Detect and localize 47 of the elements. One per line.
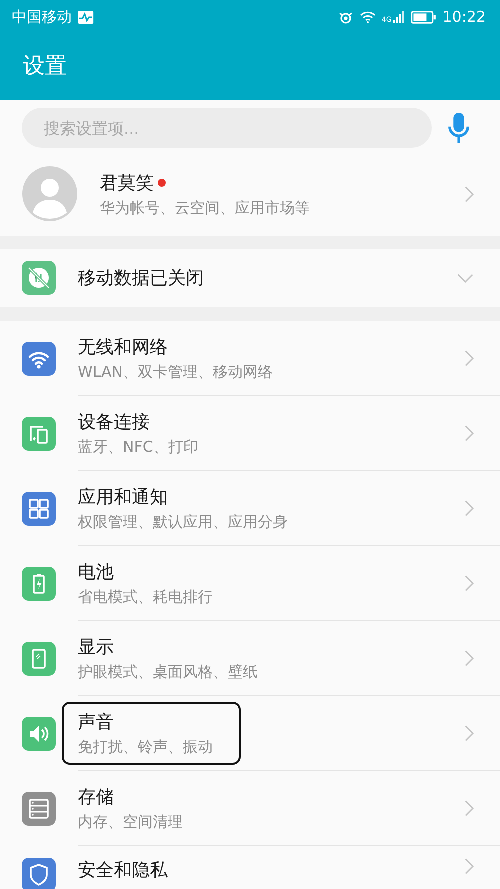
item-subtitle: 权限管理、默认应用、应用分身: [78, 513, 288, 532]
item-title: 电池: [78, 561, 115, 584]
microphone-icon[interactable]: [448, 113, 470, 143]
search-field[interactable]: 搜索设置项...: [22, 108, 432, 148]
account-name: 君莫笑: [100, 172, 154, 194]
item-subtitle: 免打扰、铃声、振动: [78, 738, 213, 757]
item-title: 声音: [78, 711, 115, 734]
item-subtitle: WLAN、双卡管理、移动网络: [78, 363, 274, 382]
chevron-right-icon: [465, 350, 474, 367]
item-subtitle: 蓝牙、NFC、打印: [78, 438, 198, 457]
account-subtitle: 华为帐号、云空间、应用市场等: [100, 198, 311, 218]
avatar-icon: [22, 166, 78, 222]
item-title: 应用和通知: [78, 486, 169, 509]
settings-item[interactable]: 设备连接 蓝牙、NFC、打印: [0, 396, 500, 471]
data-off-icon: [22, 261, 56, 295]
settings-item[interactable]: 声音 免打扰、铃声、振动: [0, 696, 500, 771]
carrier-name: 中国移动: [12, 8, 72, 26]
chevron-right-icon: [465, 186, 474, 202]
chevron-right-icon: [465, 858, 474, 875]
item-subtitle: 护眼模式、桌面风格、壁纸: [78, 663, 258, 682]
battery-icon: [410, 10, 437, 24]
settings-item[interactable]: 显示 护眼模式、桌面风格、壁纸: [0, 621, 500, 696]
item-title: 显示: [78, 636, 115, 659]
activity-icon: [78, 10, 94, 24]
settings-item[interactable]: 电池 省电模式、耗电排行: [0, 546, 500, 621]
item-title: 安全和隐私: [78, 859, 168, 882]
item-title: 存储: [78, 786, 115, 809]
settings-item[interactable]: 存储 内存、空间清理: [0, 771, 500, 846]
item-subtitle: 省电模式、耗电排行: [78, 588, 213, 607]
chevron-down-icon: [457, 274, 474, 282]
chevron-right-icon: [465, 575, 474, 592]
wifi-icon: [360, 10, 376, 24]
chevron-right-icon: [465, 800, 474, 817]
item-subtitle: 内存、空间清理: [78, 813, 183, 832]
item-title: 无线和网络: [78, 336, 169, 359]
chevron-right-icon: [465, 725, 474, 742]
settings-item[interactable]: 无线和网络 WLAN、双卡管理、移动网络: [0, 321, 500, 396]
page-title: 设置: [22, 53, 67, 81]
item-title: 设备连接: [78, 411, 151, 434]
clock-time: 10:22: [442, 8, 486, 26]
settings-item[interactable]: 应用和通知 权限管理、默认应用、应用分身: [0, 471, 500, 546]
signal-icon: [392, 10, 405, 24]
eye-icon: [338, 10, 354, 24]
chevron-right-icon: [465, 650, 474, 667]
mobile-data-label: 移动数据已关闭: [78, 267, 205, 290]
chevron-right-icon: [465, 425, 474, 442]
chevron-right-icon: [465, 500, 474, 517]
